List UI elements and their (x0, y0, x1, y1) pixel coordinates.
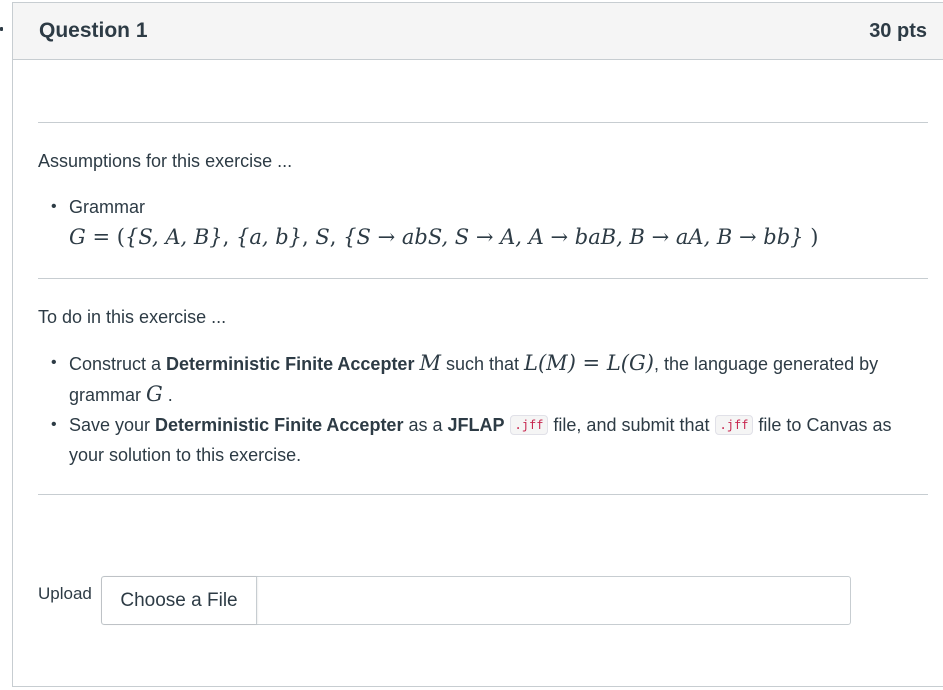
jff-extension-code: .jff (714, 415, 754, 435)
todo-list: Construct a Deterministic Finite Accepte… (38, 348, 928, 470)
question-points: 30 pts (869, 19, 927, 42)
start-symbol: S (315, 225, 330, 249)
close-paren: ) (810, 225, 819, 249)
choose-file-button[interactable]: Choose a File (102, 577, 257, 624)
question-header: Question 1 30 pts (13, 3, 943, 60)
list-item: Construct a Deterministic Finite Accepte… (51, 348, 928, 410)
file-input[interactable]: Choose a File (101, 576, 851, 625)
text: Construct a (69, 354, 167, 374)
selected-file-name (257, 577, 850, 624)
text: Save your (69, 415, 156, 435)
jflap-term: JFLAP (447, 415, 505, 435)
question-title: Question 1 (39, 19, 148, 42)
grammar-symbol: G (69, 225, 86, 249)
upload-row: Upload Choose a File (38, 576, 928, 625)
text: such that (440, 354, 525, 374)
divider (38, 122, 928, 123)
question-card: Question 1 30 pts Assumptions for this e… (12, 2, 943, 687)
dfa-term: Deterministic Finite Accepter (155, 415, 404, 435)
dfa-term: Deterministic Finite Accepter (166, 354, 415, 374)
divider (38, 278, 928, 279)
list-item: Save your Deterministic Finite Accepter … (51, 410, 928, 470)
left-edge-marker (0, 27, 3, 31)
list-item: Grammar G = ({S, A, B}, {a, b}, S, {S → … (51, 192, 928, 252)
productions-set: {S → abS, S → A, A → baB, B → aA, B → bb… (343, 225, 804, 249)
text: . (162, 385, 173, 405)
equals-sign: = (92, 225, 111, 249)
terminals-set: {a, b} (236, 225, 303, 249)
nonterminals-set: {S, A, B} (124, 225, 223, 249)
open-paren: ( (116, 225, 125, 249)
jff-extension-code: .jff (509, 415, 549, 435)
question-body: Assumptions for this exercise ... Gramma… (13, 122, 943, 625)
math-g: G (146, 382, 163, 406)
todo-heading: To do in this exercise ... (38, 307, 227, 327)
math-equation: L(M) = L(G) (524, 351, 654, 375)
text: file, and submit that (548, 415, 715, 435)
divider (38, 494, 928, 495)
grammar-definition: G = ({S, A, B}, {a, b}, S, {S → abS, S →… (69, 225, 819, 249)
assumptions-heading: Assumptions for this exercise ... (38, 151, 293, 171)
grammar-label: Grammar (69, 197, 145, 217)
text: as a (403, 415, 448, 435)
upload-label: Upload (38, 584, 92, 603)
math-m: M (419, 351, 441, 375)
assumptions-list: Grammar G = ({S, A, B}, {a, b}, S, {S → … (38, 192, 928, 252)
